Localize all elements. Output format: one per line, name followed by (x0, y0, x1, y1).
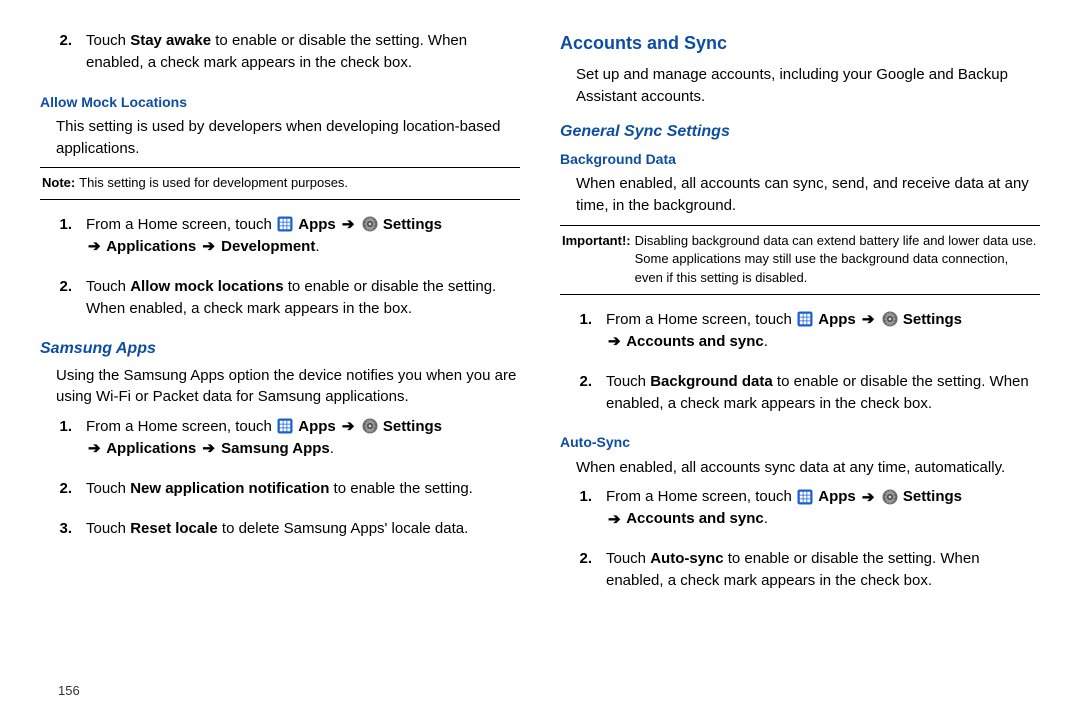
gear-icon (881, 310, 899, 328)
step-number: 1. (560, 486, 606, 530)
gear-icon (361, 215, 379, 233)
paragraph: When enabled, all accounts sync data at … (576, 457, 1040, 479)
arrow-icon: ➔ (200, 438, 217, 460)
note-label: Note: (42, 174, 75, 193)
step-text: From a Home screen, touch Apps ➔ Setting… (606, 486, 1040, 530)
note-text: This setting is used for development pur… (79, 174, 348, 193)
paragraph: Set up and manage accounts, including yo… (576, 64, 1040, 108)
apps-icon (796, 488, 814, 506)
paragraph: Using the Samsung Apps option the device… (56, 365, 520, 409)
step-number: 1. (40, 214, 86, 258)
heading-auto-sync: Auto-Sync (560, 432, 1040, 452)
gear-icon (881, 488, 899, 506)
important-block: Important!: Disabling background data ca… (560, 225, 1040, 296)
left-column: 2. Touch Stay awake to enable or disable… (40, 24, 520, 710)
step-text: Touch New application notification to en… (86, 478, 520, 500)
step-number: 3. (40, 518, 86, 540)
arrow-icon: ➔ (340, 214, 357, 236)
arrow-icon: ➔ (86, 438, 103, 460)
step-text: From a Home screen, touch Apps ➔ Setting… (606, 309, 1040, 353)
step-number: 2. (560, 371, 606, 415)
apps-icon (276, 417, 294, 435)
heading-general-sync-settings: General Sync Settings (560, 120, 1040, 143)
step-text: Touch Allow mock locations to enable or … (86, 276, 520, 320)
step-number: 2. (40, 276, 86, 320)
step-text: Touch Reset locale to delete Samsung App… (86, 518, 520, 540)
important-label: Important!: (562, 232, 631, 289)
step-text: Touch Stay awake to enable or disable th… (86, 30, 520, 74)
arrow-icon: ➔ (860, 309, 877, 331)
apps-icon (796, 310, 814, 328)
arrow-icon: ➔ (340, 416, 357, 438)
step-text: From a Home screen, touch Apps ➔ Setting… (86, 214, 520, 258)
step-number: 2. (40, 30, 86, 74)
paragraph: When enabled, all accounts can sync, sen… (576, 173, 1040, 217)
step-number: 2. (560, 548, 606, 592)
note-block: Note: This setting is used for developme… (40, 167, 520, 200)
arrow-icon: ➔ (606, 331, 623, 353)
apps-icon (276, 215, 294, 233)
arrow-icon: ➔ (200, 236, 217, 258)
right-column: Accounts and Sync Set up and manage acco… (560, 24, 1040, 710)
arrow-icon: ➔ (860, 487, 877, 509)
gear-icon (361, 417, 379, 435)
paragraph: This setting is used by developers when … (56, 116, 520, 160)
step-number: 1. (40, 416, 86, 460)
heading-accounts-and-sync: Accounts and Sync (560, 30, 1040, 56)
step-number: 1. (560, 309, 606, 353)
important-text: Disabling background data can extend bat… (635, 232, 1038, 289)
step-text: From a Home screen, touch Apps ➔ Setting… (86, 416, 520, 460)
heading-background-data: Background Data (560, 149, 1040, 169)
step-number: 2. (40, 478, 86, 500)
arrow-icon: ➔ (86, 236, 103, 258)
page-number: 156 (58, 683, 80, 698)
arrow-icon: ➔ (606, 509, 623, 531)
heading-samsung-apps: Samsung Apps (40, 337, 520, 360)
step-text: Touch Auto-sync to enable or disable the… (606, 548, 1040, 592)
step-text: Touch Background data to enable or disab… (606, 371, 1040, 415)
heading-allow-mock-locations: Allow Mock Locations (40, 92, 520, 112)
